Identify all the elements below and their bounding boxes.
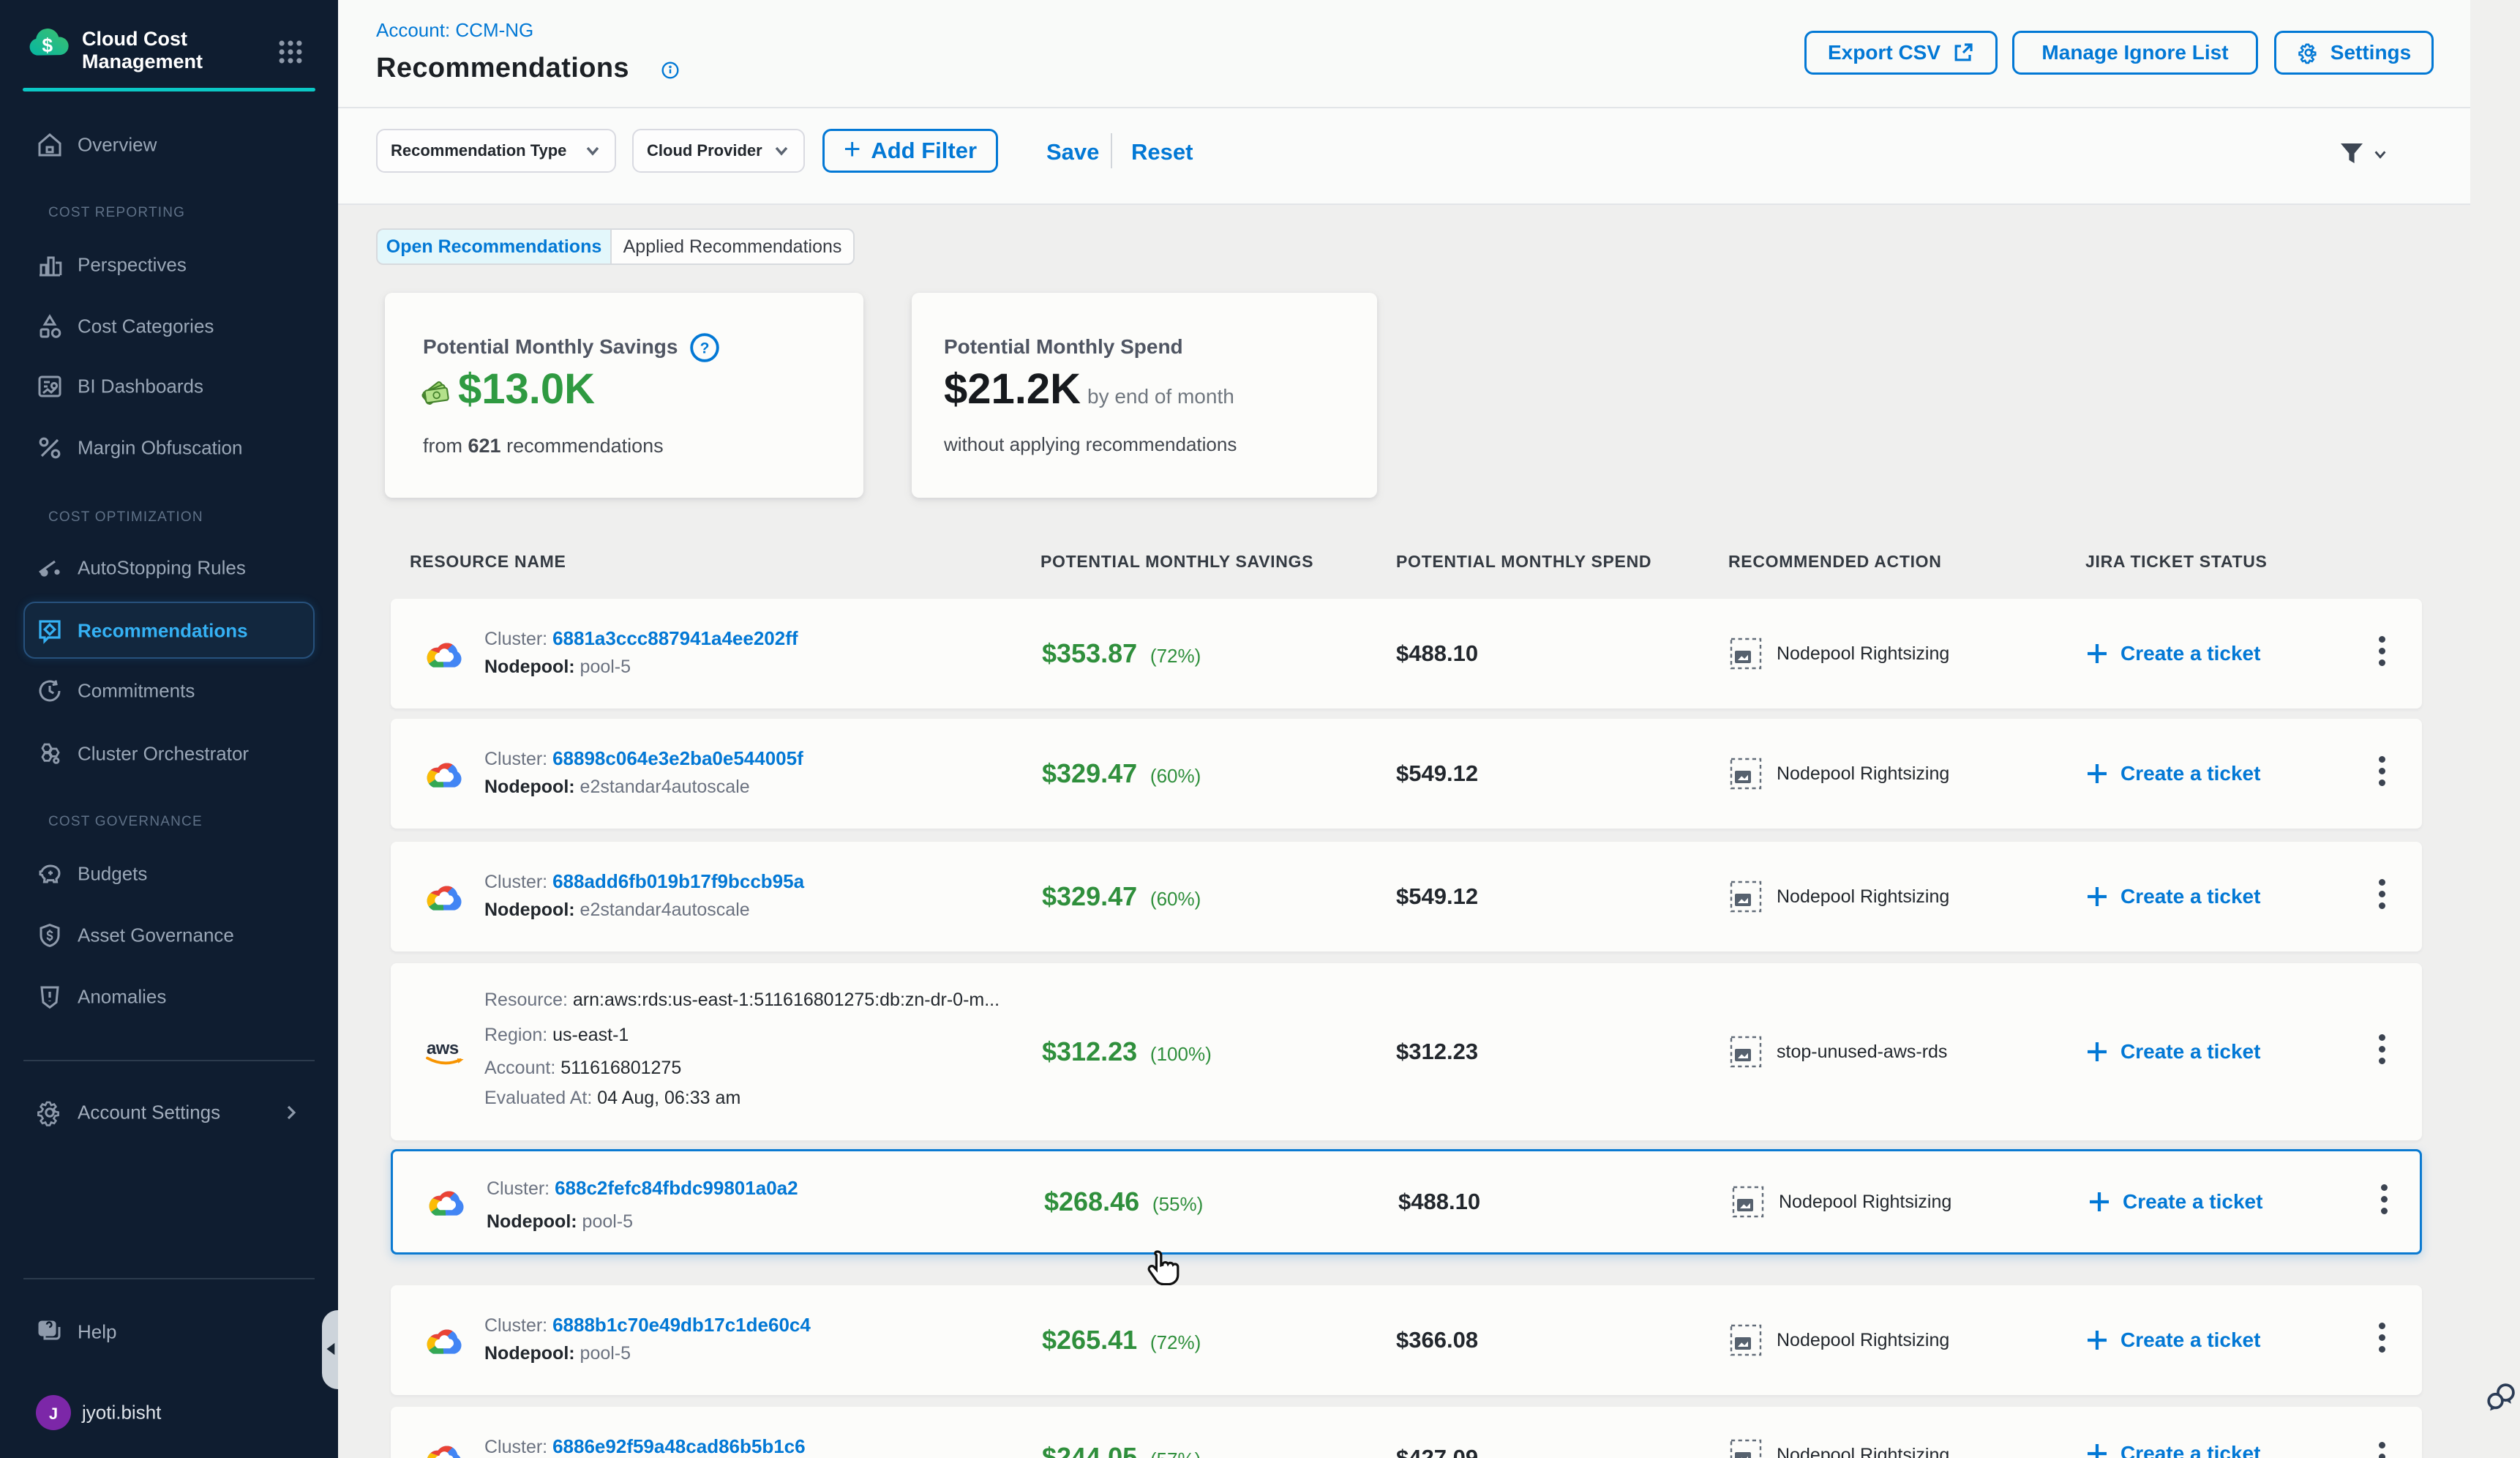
svg-text:J: J [49, 1405, 58, 1423]
svg-text:$: $ [42, 34, 53, 56]
svg-text:aws: aws [427, 1039, 459, 1058]
svg-text:?: ? [700, 340, 710, 357]
